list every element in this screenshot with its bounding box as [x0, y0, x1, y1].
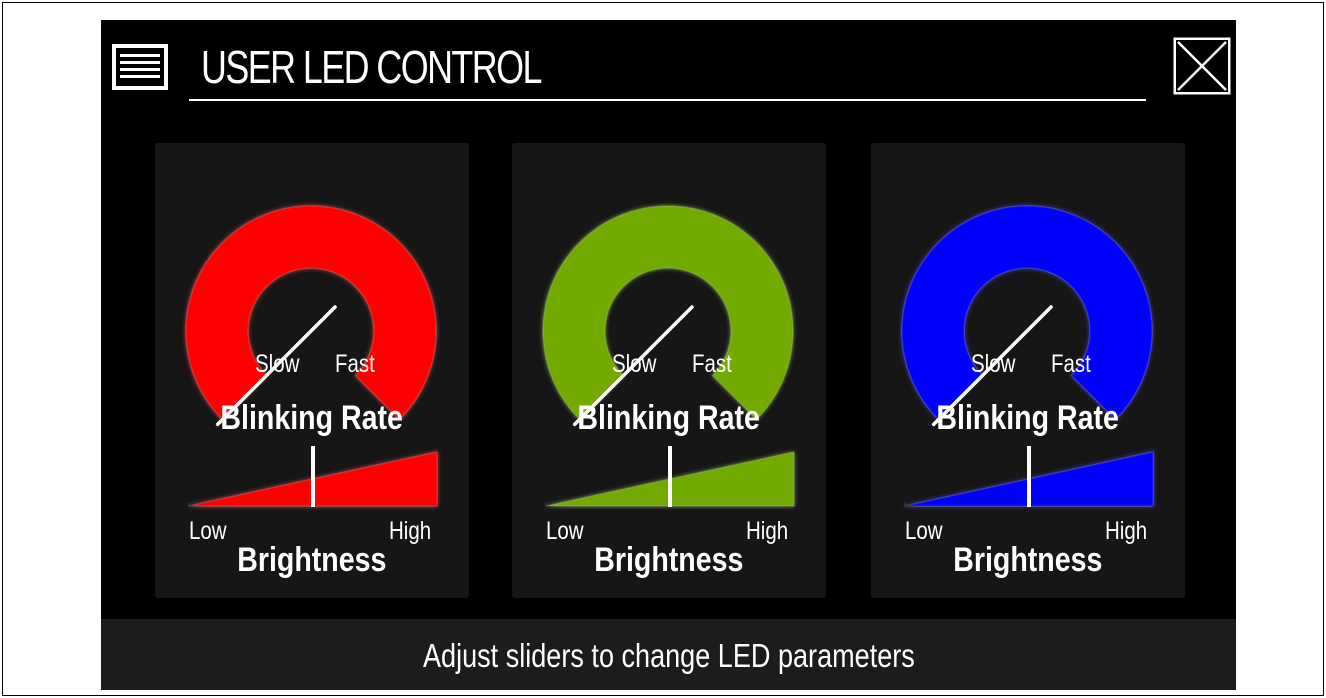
blinking-rate-gauge-arc[interactable] — [185, 205, 437, 421]
page-title: USER LED CONTROL — [201, 41, 542, 93]
led-panel-red: Slow Fast Blinking Rate Low High Brightness — [155, 143, 469, 598]
status-bar: Adjust sliders to change LED parameters — [101, 619, 1236, 690]
led-control-screen: USER LED CONTROL Slow Fast Blinking Rate Lo… — [101, 20, 1236, 690]
gauge-slow-label: Slow — [612, 350, 657, 378]
gauge-fast-label: Fast — [1051, 350, 1091, 378]
close-button[interactable] — [1172, 36, 1232, 96]
brightness-title: Brightness — [594, 541, 744, 579]
window-frame: USER LED CONTROL Slow Fast Blinking Rate Lo… — [2, 2, 1324, 696]
blinking-rate-title: Blinking Rate — [220, 399, 404, 437]
slider-low-label: Low — [546, 517, 584, 545]
gauge-slow-label: Slow — [971, 350, 1016, 378]
slider-high-label: High — [746, 517, 789, 545]
blinking-rate-title: Blinking Rate — [936, 399, 1120, 437]
gauge-fast-label: Fast — [335, 350, 375, 378]
led-panel-green: Slow Fast Blinking Rate Low High Brightness — [512, 143, 826, 598]
hamburger-menu-icon — [112, 44, 168, 90]
brightness-title: Brightness — [953, 541, 1103, 579]
menu-button[interactable] — [111, 43, 169, 91]
blinking-rate-gauge-arc[interactable] — [901, 205, 1153, 421]
slider-high-label: High — [1105, 517, 1148, 545]
title-underline — [189, 99, 1146, 101]
close-x-icon — [1173, 37, 1231, 95]
slider-high-label: High — [389, 517, 432, 545]
brightness-title: Brightness — [237, 541, 387, 579]
blinking-rate-gauge-arc[interactable] — [542, 205, 794, 421]
gauge-fast-label: Fast — [692, 350, 732, 378]
gauge-slow-label: Slow — [255, 350, 300, 378]
blinking-rate-title: Blinking Rate — [577, 399, 761, 437]
led-panel-blue: Slow Fast Blinking Rate Low High Brightness — [871, 143, 1185, 598]
status-message: Adjust sliders to change LED parameters — [422, 637, 915, 674]
slider-low-label: Low — [905, 517, 943, 545]
slider-low-label: Low — [189, 517, 227, 545]
